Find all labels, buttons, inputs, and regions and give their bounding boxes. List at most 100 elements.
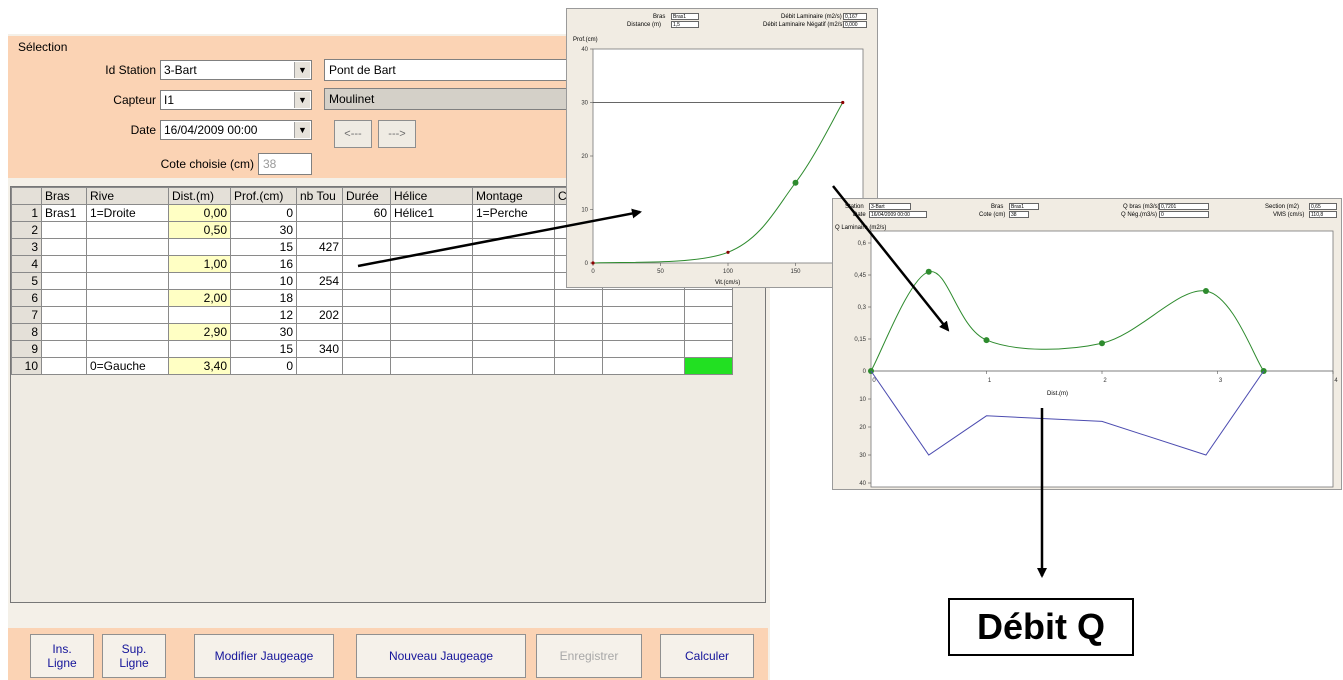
grid-cell-helice[interactable]: [390, 238, 473, 256]
grid-cell-empty[interactable]: [554, 323, 603, 341]
grid-cell-empty[interactable]: [684, 340, 733, 358]
grid-cell-bras[interactable]: [41, 340, 87, 358]
grid-cell-montage[interactable]: [472, 340, 555, 358]
column-header[interactable]: nb Tou: [296, 187, 343, 205]
grid-cell-montage[interactable]: [472, 238, 555, 256]
previous-button[interactable]: <---: [334, 120, 372, 148]
grid-cell-rive[interactable]: [86, 238, 169, 256]
grid-cell-bras[interactable]: [41, 221, 87, 239]
grid-cell-duree[interactable]: [342, 238, 391, 256]
grid-cell-helice[interactable]: Hélice1: [390, 204, 473, 222]
column-header[interactable]: Montage: [472, 187, 555, 205]
grid-cell-nb[interactable]: 254: [296, 272, 343, 290]
grid-cell-montage[interactable]: [472, 323, 555, 341]
grid-cell-empty[interactable]: [554, 289, 603, 307]
grid-cell-duree[interactable]: [342, 340, 391, 358]
grid-cell-dist[interactable]: [168, 340, 231, 358]
grid-cell-nb[interactable]: [296, 323, 343, 341]
grid-cell-prof[interactable]: 15: [230, 340, 297, 358]
grid-cell-empty[interactable]: [602, 340, 685, 358]
grid-cell-dist[interactable]: 2,00: [168, 289, 231, 307]
station-name-field[interactable]: Pont de Bart: [324, 59, 574, 81]
grid-cell-prof[interactable]: 16: [230, 255, 297, 273]
grid-cell-rive[interactable]: [86, 255, 169, 273]
table-row[interactable]: 6 2,00 18: [11, 289, 733, 307]
grid-cell-empty[interactable]: [554, 357, 603, 375]
new-gauging-button[interactable]: Nouveau Jaugeage: [356, 634, 526, 678]
chevron-down-icon[interactable]: ▼: [294, 62, 310, 78]
column-header[interactable]: Rive: [86, 187, 169, 205]
grid-cell-dist[interactable]: 0,00: [168, 204, 231, 222]
grid-cell-helice[interactable]: [390, 323, 473, 341]
next-button[interactable]: --->: [378, 120, 416, 148]
save-button[interactable]: Enregistrer: [536, 634, 642, 678]
calculate-button[interactable]: Calculer: [660, 634, 754, 678]
date-combo[interactable]: 16/04/2009 00:00 ▼: [160, 120, 312, 140]
grid-cell-nb[interactable]: [296, 221, 343, 239]
grid-cell-dist[interactable]: [168, 306, 231, 324]
column-header[interactable]: Dist.(m): [168, 187, 231, 205]
grid-cell-nb[interactable]: 427: [296, 238, 343, 256]
grid-cell-rive[interactable]: [86, 289, 169, 307]
grid-cell-montage[interactable]: [472, 255, 555, 273]
capteur-combo[interactable]: I1 ▼: [160, 90, 312, 110]
table-row[interactable]: 8 2,90 30: [11, 323, 733, 341]
grid-cell-montage[interactable]: [472, 306, 555, 324]
grid-cell-nb[interactable]: [296, 255, 343, 273]
grid-cell-empty[interactable]: [602, 306, 685, 324]
column-header[interactable]: [11, 187, 42, 205]
station-combo[interactable]: 3-Bart ▼: [160, 60, 312, 80]
grid-cell-empty[interactable]: [554, 340, 603, 358]
grid-cell-bras[interactable]: [41, 272, 87, 290]
grid-cell-duree[interactable]: [342, 306, 391, 324]
grid-cell-montage[interactable]: [472, 272, 555, 290]
grid-cell-montage[interactable]: [472, 221, 555, 239]
grid-cell-empty[interactable]: [602, 357, 685, 375]
grid-cell-dist[interactable]: 0,50: [168, 221, 231, 239]
modify-gauging-button[interactable]: Modifier Jaugeage: [194, 634, 334, 678]
grid-cell-duree[interactable]: [342, 323, 391, 341]
chevron-down-icon[interactable]: ▼: [294, 92, 310, 108]
chevron-down-icon[interactable]: ▼: [294, 122, 310, 138]
grid-cell-duree[interactable]: [342, 272, 391, 290]
column-header[interactable]: Prof.(cm): [230, 187, 297, 205]
grid-cell-nb[interactable]: [296, 204, 343, 222]
grid-cell-bras[interactable]: [41, 238, 87, 256]
column-header[interactable]: Bras: [41, 187, 87, 205]
grid-cell-prof[interactable]: 0: [230, 357, 297, 375]
grid-cell-nb[interactable]: [296, 289, 343, 307]
cote-field[interactable]: 38: [258, 153, 312, 175]
grid-cell-dist[interactable]: 1,00: [168, 255, 231, 273]
grid-cell-status[interactable]: [684, 357, 733, 375]
grid-cell-prof[interactable]: 10: [230, 272, 297, 290]
grid-cell-empty[interactable]: [602, 289, 685, 307]
grid-cell-rive[interactable]: 1=Droite: [86, 204, 169, 222]
table-row[interactable]: 9 15 340: [11, 340, 733, 358]
column-header[interactable]: Durée: [342, 187, 391, 205]
grid-cell-helice[interactable]: [390, 289, 473, 307]
grid-cell-empty[interactable]: [684, 289, 733, 307]
grid-cell-bras[interactable]: [41, 357, 87, 375]
grid-cell-bras[interactable]: [41, 323, 87, 341]
insert-line-button[interactable]: Ins. Ligne: [30, 634, 94, 678]
table-row[interactable]: 7 12 202: [11, 306, 733, 324]
grid-cell-bras[interactable]: [41, 255, 87, 273]
grid-cell-nb[interactable]: 340: [296, 340, 343, 358]
grid-cell-helice[interactable]: [390, 255, 473, 273]
grid-cell-nb[interactable]: 202: [296, 306, 343, 324]
grid-cell-dist[interactable]: [168, 272, 231, 290]
grid-cell-empty[interactable]: [554, 306, 603, 324]
grid-cell-rive[interactable]: [86, 221, 169, 239]
grid-cell-montage[interactable]: [472, 289, 555, 307]
grid-cell-nb[interactable]: [296, 357, 343, 375]
grid-cell-rive[interactable]: [86, 272, 169, 290]
column-header[interactable]: Hélice: [390, 187, 473, 205]
grid-cell-rive[interactable]: 0=Gauche: [86, 357, 169, 375]
grid-cell-montage[interactable]: 1=Perche: [472, 204, 555, 222]
grid-cell-prof[interactable]: 30: [230, 323, 297, 341]
grid-cell-empty[interactable]: [602, 323, 685, 341]
grid-cell-dist[interactable]: 3,40: [168, 357, 231, 375]
grid-cell-duree[interactable]: [342, 289, 391, 307]
grid-cell-bras[interactable]: Bras1: [41, 204, 87, 222]
grid-cell-empty[interactable]: [684, 323, 733, 341]
